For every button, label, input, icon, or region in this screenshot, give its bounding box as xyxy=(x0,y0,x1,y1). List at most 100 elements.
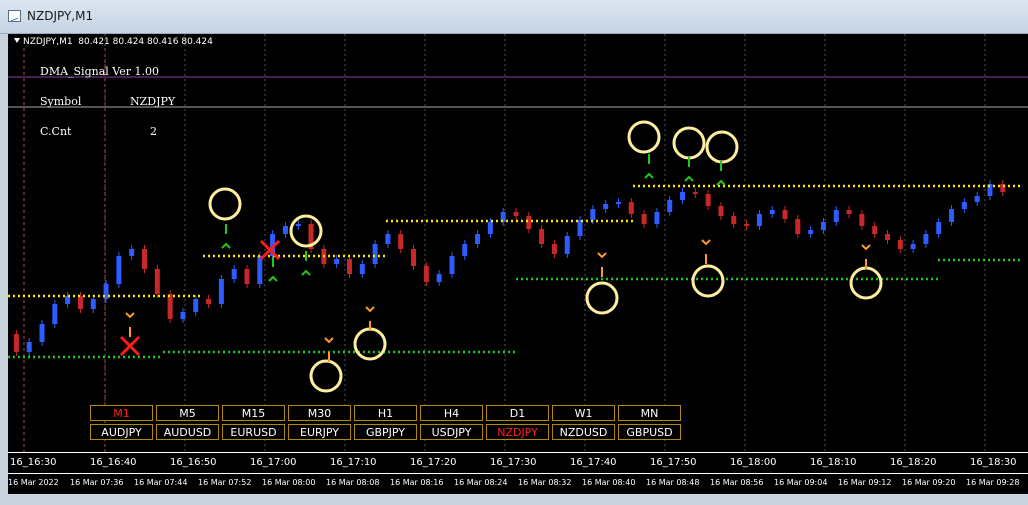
candle-body xyxy=(52,304,58,324)
candle-body xyxy=(577,220,583,236)
candle-body xyxy=(949,209,955,222)
candle-body xyxy=(705,194,711,206)
time-label-bottom: 16 Mar 09:04 xyxy=(774,478,828,487)
candle-body xyxy=(244,269,250,284)
signal-circle xyxy=(672,126,706,160)
candle-body xyxy=(884,234,890,240)
symbol-button-audusd[interactable]: AUDUSD xyxy=(156,424,219,440)
timeframe-button-m30[interactable]: M30 xyxy=(288,405,351,421)
time-label-bottom: 16 Mar 07:36 xyxy=(70,478,124,487)
time-label-bottom: 16 Mar 09:28 xyxy=(966,478,1020,487)
time-label-bottom: 16 Mar 08:40 xyxy=(582,478,636,487)
time-label-top: 16_18:00 xyxy=(730,457,777,468)
candle-body xyxy=(372,244,378,264)
time-label-bottom: 16 Mar 07:52 xyxy=(198,478,252,487)
time-label-top: 16_16:30 xyxy=(10,457,57,468)
candle-body xyxy=(436,274,442,282)
signal-circle xyxy=(208,187,242,221)
timeframe-button-mn[interactable]: MN xyxy=(618,405,681,421)
symbol-button-gbpjpy[interactable]: GBPJPY xyxy=(354,424,417,440)
time-label-top: 16_17:10 xyxy=(330,457,377,468)
symbol-button-eurjpy[interactable]: EURJPY xyxy=(288,424,351,440)
timeframe-button-w1[interactable]: W1 xyxy=(552,405,615,421)
time-label-top: 16_18:30 xyxy=(970,457,1017,468)
arrow-up-icon xyxy=(125,312,135,319)
candle-body xyxy=(718,206,724,216)
arrow-down-icon xyxy=(644,172,654,179)
cnt-label: C.Cnt xyxy=(40,125,72,138)
time-label-top: 16_16:50 xyxy=(170,457,217,468)
candle-body xyxy=(142,249,148,269)
chevron-down-icon[interactable] xyxy=(14,38,20,43)
candle-body xyxy=(820,222,826,230)
candle-body xyxy=(756,214,762,226)
arrow-up-icon xyxy=(597,252,607,259)
signal-circle xyxy=(627,120,661,154)
candle-body xyxy=(193,299,199,312)
candle-body xyxy=(13,334,19,352)
time-label-top: 16_17:30 xyxy=(490,457,537,468)
time-label-bottom: 16 Mar 08:08 xyxy=(326,478,380,487)
timeframe-button-h1[interactable]: H1 xyxy=(354,405,417,421)
candle-body xyxy=(385,234,391,244)
timeframe-button-d1[interactable]: D1 xyxy=(486,405,549,421)
candle-body xyxy=(744,224,750,226)
symbol-button-usdjpy[interactable]: USDJPY xyxy=(420,424,483,440)
candle-body xyxy=(564,236,570,254)
signal-circle xyxy=(691,264,725,298)
candle-body xyxy=(167,294,173,319)
timeframe-button-m5[interactable]: M5 xyxy=(156,405,219,421)
candle-body xyxy=(615,202,621,204)
candle-body xyxy=(654,212,660,224)
cnt-value: 2 xyxy=(150,125,157,138)
timeframe-button-m1[interactable]: M1 xyxy=(90,405,153,421)
arrow-up-icon xyxy=(324,337,334,344)
candle-body xyxy=(590,209,596,220)
candle-body xyxy=(423,266,429,282)
price-chart[interactable]: NZDJPY,M1 80.421 80.424 80.416 80.424 DM… xyxy=(8,34,1028,494)
candle-body xyxy=(282,226,288,234)
time-label-top: 16_16:40 xyxy=(90,457,137,468)
time-axis: 16_16:30 16_16:40 16_16:50 16_17:00 16_17:10… xyxy=(8,452,1028,494)
candle-body xyxy=(154,269,160,294)
time-label-bottom: 16 Mar 08:32 xyxy=(518,478,572,487)
candle-body xyxy=(833,210,839,222)
symbol-button-audjpy[interactable]: AUDJPY xyxy=(90,424,153,440)
timeframe-button-h4[interactable]: H4 xyxy=(420,405,483,421)
time-label-bottom: 16 Mar 2022 xyxy=(8,478,59,487)
candle-body xyxy=(539,229,545,244)
candle-body xyxy=(26,342,32,352)
candle-body xyxy=(603,204,609,209)
timeframe-button-m15[interactable]: M15 xyxy=(222,405,285,421)
arrow-down-icon xyxy=(301,269,311,276)
arrow-down-icon xyxy=(716,179,726,186)
symbol-button-eurusd[interactable]: EURUSD xyxy=(222,424,285,440)
candle-body xyxy=(295,224,301,226)
symbol-button-nzdjpy[interactable]: NZDJPY xyxy=(486,424,549,440)
candle-body xyxy=(936,222,942,234)
timeframe-buttons: M1 M5 M15 M30 H1 H4 D1 W1 MN xyxy=(90,405,684,421)
arrow-up-icon xyxy=(701,239,711,246)
symbol-value: NZDJPY xyxy=(130,95,176,108)
arrow-down-icon xyxy=(268,275,278,282)
signal-circle xyxy=(353,327,387,361)
status-bar xyxy=(0,494,1028,505)
candle-body xyxy=(769,210,775,214)
candle-body xyxy=(692,192,698,194)
candle-body xyxy=(961,202,967,209)
candle-body xyxy=(475,234,481,244)
symbol-button-gbpusd[interactable]: GBPUSD xyxy=(618,424,681,440)
arrow-down-icon xyxy=(221,242,231,249)
candle-body xyxy=(808,230,814,234)
time-label-bottom: 16 Mar 08:00 xyxy=(262,478,316,487)
signal-circle xyxy=(585,281,619,315)
candle-body xyxy=(462,244,468,256)
time-label-top: 16_17:20 xyxy=(410,457,457,468)
chart-symbol-timeframe: NZDJPY,M1 xyxy=(23,37,73,47)
candle-body xyxy=(257,256,263,284)
indicator-name: DMA_Signal Ver 1.00 xyxy=(40,65,159,78)
window-titlebar[interactable]: NZDJPY,M1 xyxy=(0,0,1028,34)
candle-body xyxy=(231,269,237,279)
candle-body xyxy=(846,210,852,214)
symbol-button-nzdusd[interactable]: NZDUSD xyxy=(552,424,615,440)
